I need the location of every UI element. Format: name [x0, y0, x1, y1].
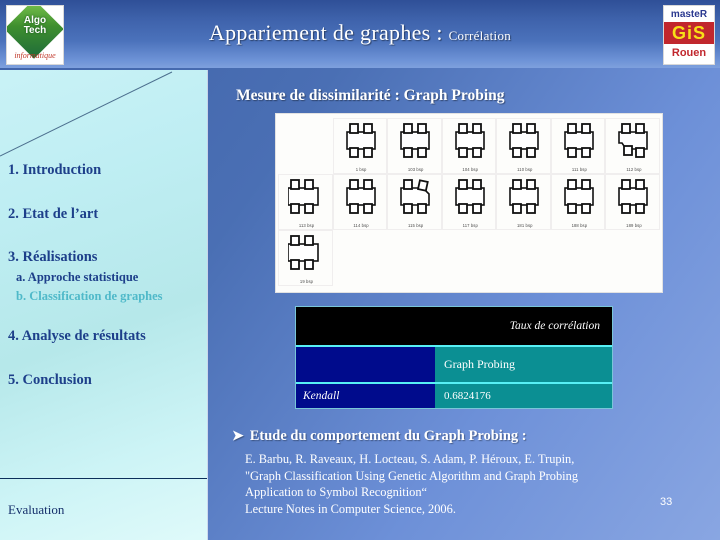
- electronic-symbol-icon: [400, 123, 430, 158]
- sidebar: 1. Introduction 2. Etat de l’art 3. Réal…: [0, 70, 207, 540]
- symbol-cell: 113 bsp: [278, 174, 333, 230]
- table-header-taux-de-correlation: Taux de corrélation: [296, 307, 612, 345]
- table-cell-label: [296, 345, 435, 382]
- electronic-symbol-icon: [509, 123, 540, 158]
- sidebar-item-classification-de-graphes[interactable]: b. Classification de graphes: [16, 289, 163, 304]
- symbol-cell: 104 bsp: [441, 118, 497, 174]
- page-title-main: Appariement de graphes :: [208, 20, 449, 45]
- sidebar-item-analyse-de-resultats[interactable]: 4. Analyse de résultats: [8, 328, 146, 345]
- electronic-symbol-icon: [288, 235, 319, 270]
- symbol-caption: 104 bsp: [462, 167, 479, 172]
- symbol-cell: 188 bsp: [550, 174, 606, 230]
- sidebar-item-approche-statistique[interactable]: a. Approche statistique: [16, 270, 138, 285]
- gis-logo-line1: masteR: [670, 9, 708, 20]
- table-cell-value-kendall: 0.6824176: [435, 382, 612, 408]
- electronic-symbol-icon: [618, 179, 649, 214]
- content-title: Mesure de dissimilarité : Graph Probing: [236, 87, 505, 104]
- electronic-symbol-icon: [509, 179, 540, 214]
- page-title-sub: Corrélation: [448, 28, 512, 43]
- electronic-symbol-icon: [345, 179, 376, 214]
- page-title: Appariement de graphes : Corrélation: [0, 20, 720, 46]
- bullet-heading: ➤ Etude du comportement du Graph Probing …: [232, 428, 527, 445]
- electronic-symbol-icon: [618, 123, 649, 158]
- symbol-cell: 103 bsp: [387, 118, 442, 174]
- symbol-caption: 110 bsp: [517, 167, 533, 172]
- symbol-caption: 1 bsp: [355, 167, 367, 172]
- sidebar-divider: [0, 478, 207, 479]
- symbol-caption: 111 bsp: [571, 167, 587, 172]
- symbol-cell: 117 bsp: [441, 174, 497, 230]
- electronic-symbol-icon: [454, 123, 485, 158]
- sidebar-item-introduction[interactable]: 1. Introduction: [8, 162, 101, 179]
- symbol-cell: 19 bsp: [278, 230, 333, 286]
- symbol-caption: 188 bsp: [571, 223, 588, 228]
- symbol-cell-empty: [551, 230, 606, 286]
- sidebar-item-conclusion[interactable]: 5. Conclusion: [8, 372, 92, 389]
- symbol-image-grid: 1 bsp 103 bsp 104 bsp 110 bsp 111 bsp 11…: [275, 113, 663, 293]
- citation-line-authors: E. Barbu, R. Raveaux, H. Locteau, S. Ada…: [245, 452, 575, 466]
- citation-line-title-1: "Graph Classification Using Genetic Algo…: [245, 468, 579, 483]
- symbol-caption: 113 bsp: [298, 223, 315, 228]
- citation-line-title-2: Application to Symbol Recognition“: [245, 485, 428, 499]
- symbol-cell: 1 bsp: [332, 118, 388, 174]
- symbol-cell: 189 bsp: [605, 174, 661, 230]
- table-cell-method: Graph Probing: [435, 345, 612, 382]
- symbol-grid-row: 113 bsp 114 bsp 115 bsp 117 bsp 181 bsp …: [278, 174, 661, 230]
- symbol-cell-empty: [442, 230, 497, 286]
- citation-block: E. Barbu, R. Raveaux, H. Locteau, S. Ada…: [245, 451, 695, 517]
- symbol-caption: 189 bsp: [626, 223, 642, 228]
- symbol-cell: 181 bsp: [496, 174, 551, 230]
- correlation-results-table: Taux de corrélation Graph Probing Kendal…: [295, 306, 613, 409]
- electronic-symbol-icon: [288, 179, 319, 214]
- symbol-grid-row: 19 bsp: [278, 230, 660, 286]
- symbol-cell: 112 bsp: [605, 118, 661, 174]
- gis-logo-line3: Rouen: [671, 47, 707, 59]
- symbol-cell-empty: [387, 230, 442, 286]
- symbol-cell-empty: [278, 118, 333, 174]
- symbol-caption: 103 bsp: [407, 167, 424, 172]
- symbol-cell: 110 bsp: [496, 118, 551, 174]
- slide-number: 33: [660, 496, 673, 508]
- sidebar-footer-label: Evaluation: [8, 502, 65, 517]
- symbol-caption: 19 bsp: [299, 279, 314, 284]
- sidebar-item-etat-de-lart[interactable]: 2. Etat de l’art: [8, 206, 98, 223]
- electronic-symbol-icon: [564, 179, 594, 214]
- symbol-caption: 112 bsp: [626, 167, 642, 172]
- symbol-caption: 115 bsp: [408, 223, 424, 228]
- table-cell-label-kendall: Kendall: [296, 382, 435, 408]
- symbol-cell: 115 bsp: [387, 174, 442, 230]
- slide-header: Algo Tech informatique Appariement de gr…: [0, 0, 720, 68]
- electronic-symbol-icon: [400, 179, 430, 214]
- sidebar-item-realisations[interactable]: 3. Réalisations: [8, 249, 97, 266]
- electronic-symbol-icon: [345, 123, 376, 158]
- symbol-caption: 117 bsp: [462, 223, 478, 228]
- symbol-cell-empty: [605, 230, 660, 286]
- table-row-header: Taux de corrélation: [296, 307, 612, 345]
- citation-line-source: Lecture Notes in Computer Science, 2006.: [245, 501, 456, 516]
- symbol-cell: 111 bsp: [550, 118, 606, 174]
- symbol-caption: 181 bsp: [517, 223, 533, 228]
- electronic-symbol-icon: [564, 123, 594, 158]
- algotech-logo-script: informatique: [14, 51, 56, 60]
- symbol-grid-row: 1 bsp 103 bsp 104 bsp 110 bsp 111 bsp 11…: [278, 118, 661, 174]
- master-gis-rouen-logo: masteR GiS Rouen: [663, 5, 715, 65]
- presentation-slide: Algo Tech informatique Appariement de gr…: [0, 0, 720, 540]
- symbol-cell-empty: [333, 230, 388, 286]
- bullet-heading-text: Etude du comportement du Graph Probing :: [249, 428, 527, 444]
- decorative-diagonal-line: [0, 71, 173, 157]
- symbol-cell: 114 bsp: [332, 174, 388, 230]
- symbol-caption: 114 bsp: [353, 223, 369, 228]
- symbol-cell-empty: [496, 230, 551, 286]
- bullet-arrow-icon: ➤: [232, 429, 244, 444]
- table-row: Kendall 0.6824176: [296, 382, 612, 408]
- gis-logo-line2: GiS: [664, 22, 714, 44]
- table-row: Graph Probing: [296, 345, 612, 382]
- electronic-symbol-icon: [454, 179, 485, 214]
